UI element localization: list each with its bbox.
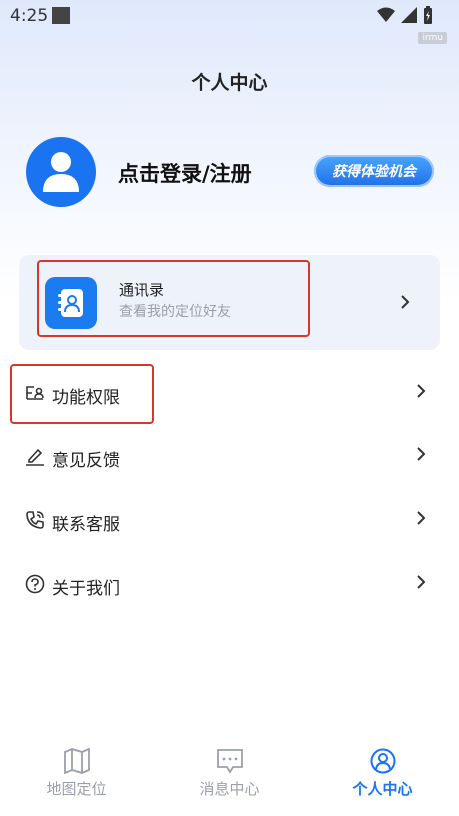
notification-icon <box>52 7 70 24</box>
wifi-icon <box>377 7 395 22</box>
login-register-link[interactable]: 点击登录/注册 <box>118 158 252 188</box>
tab-label-map: 地图定位 <box>46 780 107 798</box>
battery-icon <box>424 6 432 24</box>
user-avatar-icon <box>43 152 79 192</box>
chevron-right-icon <box>417 447 426 461</box>
chevron-right-icon <box>417 511 426 525</box>
tab-messages[interactable]: 消息中心 <box>153 740 306 816</box>
status-time: 4:25 <box>10 6 49 26</box>
status-bar: 4:25 <box>0 0 459 32</box>
question-icon <box>25 574 45 594</box>
tab-label-profile: 个人中心 <box>352 780 413 798</box>
highlight-box-permissions <box>10 364 154 424</box>
user-icon <box>370 748 395 774</box>
highlight-box-contacts <box>37 260 310 337</box>
feedback-icon <box>26 448 44 466</box>
map-icon <box>63 748 90 774</box>
contacts-chevron-right-icon <box>401 295 410 309</box>
signal-icon <box>401 7 417 23</box>
message-icon <box>216 749 243 774</box>
avatar[interactable] <box>26 137 96 207</box>
menu-label-customer-service: 联系客服 <box>52 515 120 535</box>
menu-label-feedback: 意见反馈 <box>52 451 120 471</box>
bottom-tab-bar: 地图定位 消息中心 个人中心 <box>0 740 459 816</box>
debug-tag: irmu <box>418 32 447 44</box>
get-trial-button[interactable]: 获得体验机会 <box>314 155 434 187</box>
phone-icon <box>26 511 44 529</box>
page-title: 个人中心 <box>191 72 268 94</box>
tab-label-messages: 消息中心 <box>199 780 260 798</box>
chevron-right-icon <box>417 384 426 398</box>
tab-map[interactable]: 地图定位 <box>0 740 153 816</box>
menu-item-customer-service[interactable]: 联系客服 <box>0 500 459 540</box>
chevron-right-icon <box>417 575 426 589</box>
menu-label-about: 关于我们 <box>52 579 120 599</box>
tab-profile[interactable]: 个人中心 <box>306 740 459 816</box>
menu-item-about[interactable]: 关于我们 <box>0 564 459 604</box>
status-icons <box>377 6 433 24</box>
menu-item-feedback[interactable]: 意见反馈 <box>0 436 459 476</box>
